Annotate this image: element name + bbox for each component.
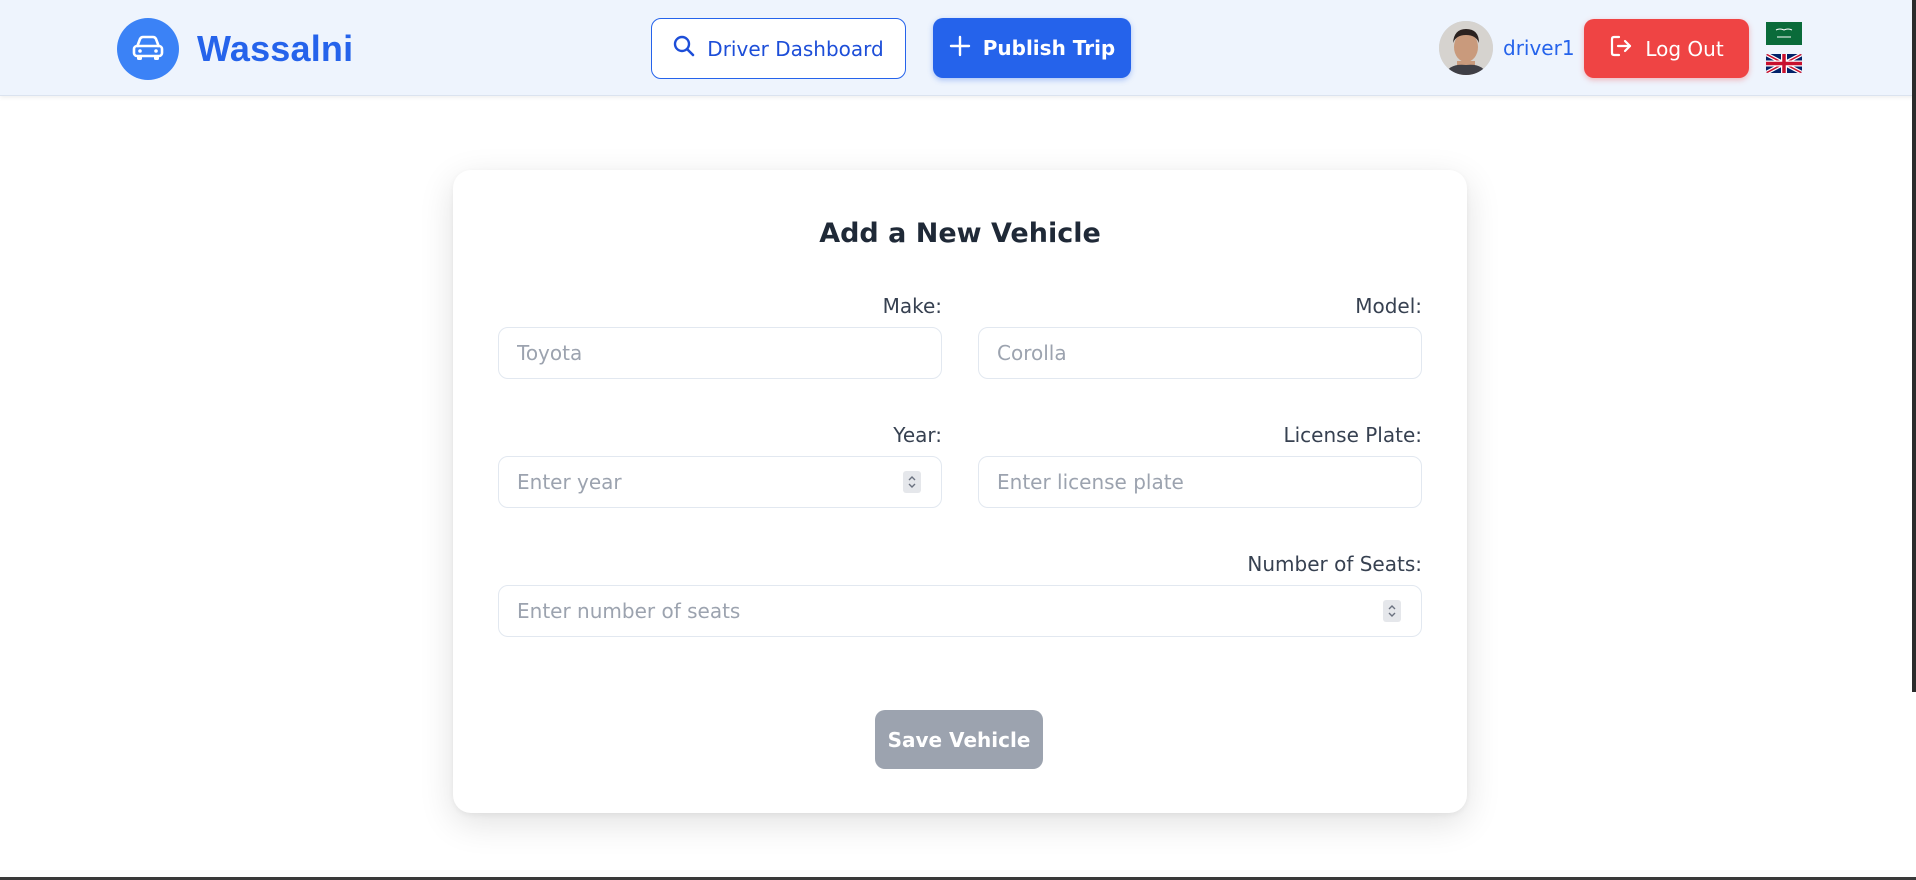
logout-label: Log Out: [1645, 36, 1724, 61]
search-icon: [673, 35, 695, 62]
logout-button[interactable]: Log Out: [1584, 19, 1749, 78]
logout-icon: [1609, 34, 1633, 63]
seats-label: Number of Seats:: [1247, 552, 1422, 576]
avatar[interactable]: [1439, 21, 1493, 75]
model-label: Model:: [1355, 294, 1422, 318]
username[interactable]: driver1: [1503, 36, 1575, 60]
brand[interactable]: Wassalni: [117, 18, 353, 80]
year-input[interactable]: [498, 456, 942, 508]
publish-trip-button[interactable]: Publish Trip: [933, 18, 1131, 78]
driver-dashboard-button[interactable]: Driver Dashboard: [651, 18, 906, 79]
license-plate-input[interactable]: [978, 456, 1422, 508]
add-vehicle-card: Add a New Vehicle Make: Model: Year: Lic…: [453, 170, 1467, 813]
plus-icon: [949, 35, 971, 62]
publish-trip-label: Publish Trip: [982, 36, 1116, 60]
brand-name: Wassalni: [197, 28, 354, 69]
make-input[interactable]: [498, 327, 942, 379]
driver-dashboard-label: Driver Dashboard: [707, 36, 884, 61]
save-vehicle-button[interactable]: Save Vehicle: [875, 710, 1043, 769]
top-navbar: Wassalni Driver Dashboard Publish Trip d…: [0, 0, 1916, 96]
license-plate-label: License Plate:: [1283, 423, 1422, 447]
car-icon: [117, 18, 179, 80]
make-label: Make:: [882, 294, 942, 318]
saudi-flag-icon[interactable]: [1766, 22, 1802, 45]
page-title: Add a New Vehicle: [819, 218, 1101, 249]
model-input[interactable]: [978, 327, 1422, 379]
scrollbar[interactable]: [1912, 0, 1916, 692]
uk-flag-icon[interactable]: [1766, 54, 1802, 73]
seats-input[interactable]: [498, 585, 1422, 637]
year-label: Year:: [893, 423, 942, 447]
